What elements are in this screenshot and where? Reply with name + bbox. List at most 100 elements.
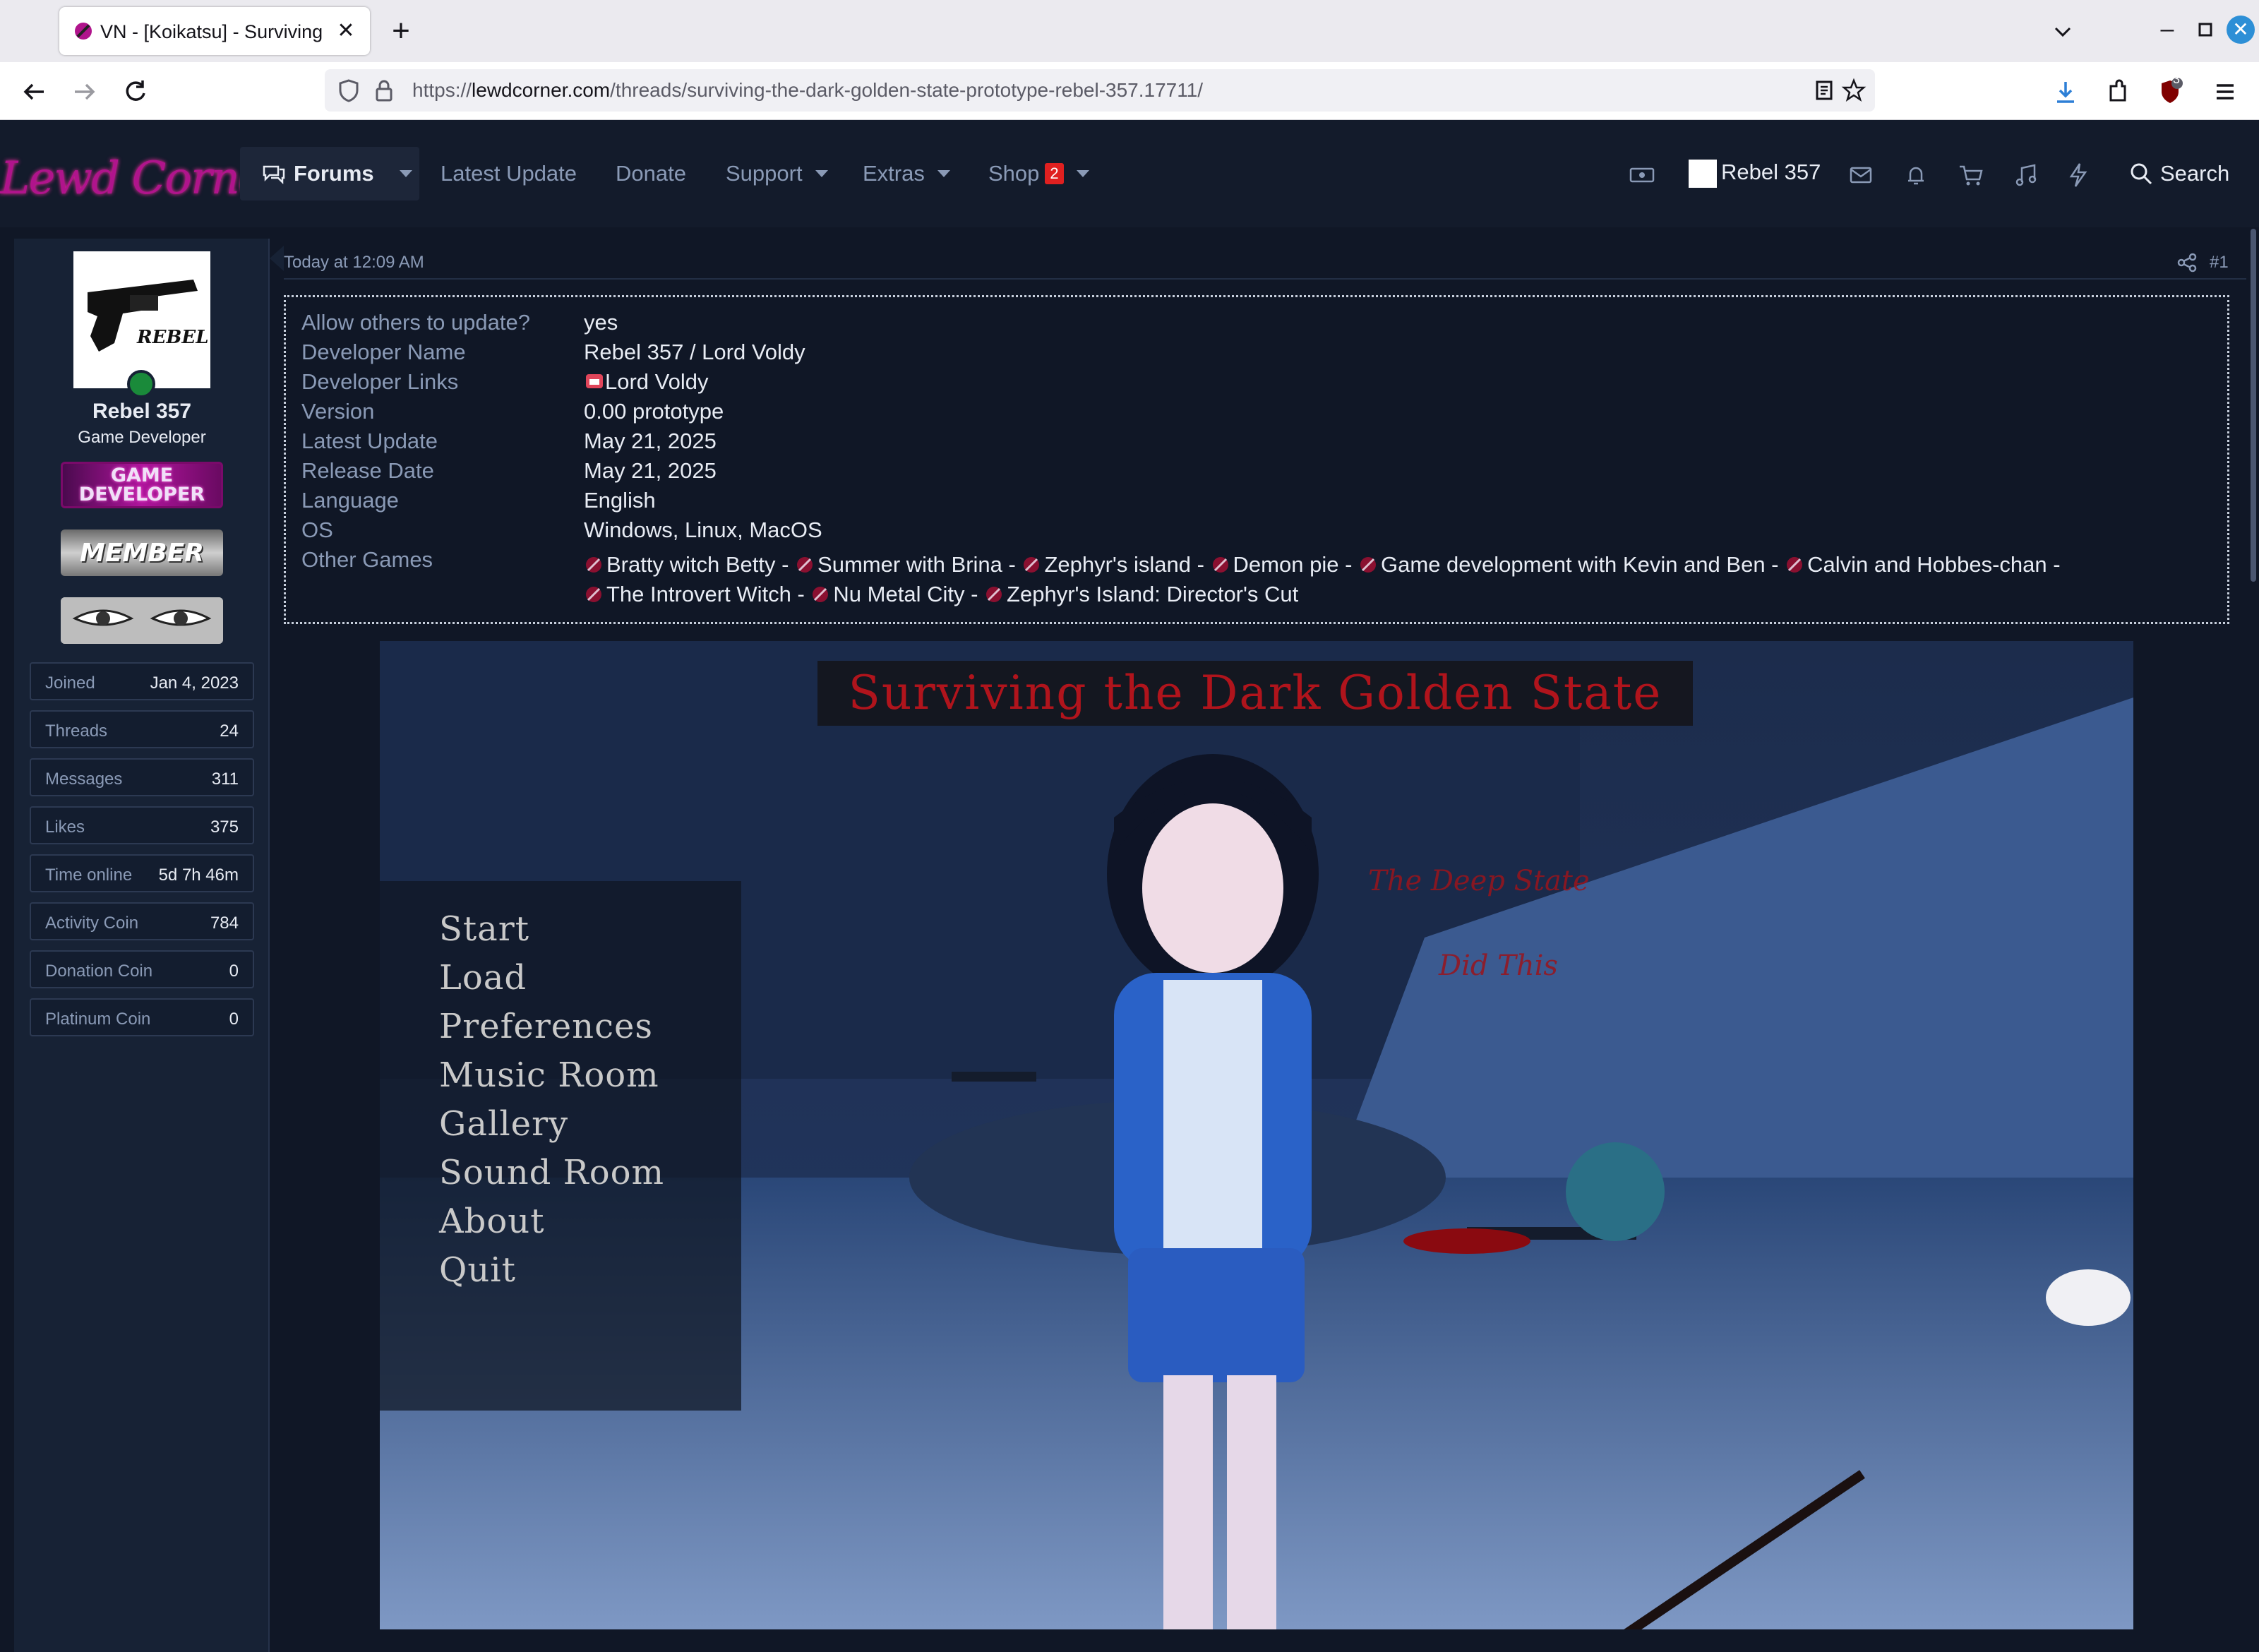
stat-value: 375 [210,818,239,837]
page-scrollbar-thumb[interactable] [2251,229,2256,582]
search-button[interactable]: Search [2129,160,2242,188]
other-game-link[interactable]: Nu Metal City [810,582,964,606]
other-game-link[interactable]: Bratty witch Betty [584,552,775,577]
other-game-title: Zephyr's island [1044,552,1191,577]
support-caret-icon[interactable] [815,170,828,177]
other-game-link[interactable]: Demon pie [1211,552,1339,577]
nav-shop[interactable]: Shop 2 [988,147,1089,200]
other-game-title: Zephyr's Island: Director's Cut [1007,582,1299,606]
other-game-link[interactable]: The Introvert Witch [584,582,791,606]
info-label: Version [301,399,375,424]
info-value: May 21, 2025 [584,429,717,453]
tab-close-icon[interactable]: ✕ [332,17,360,45]
game-thumbnail-icon [1024,557,1040,573]
anime-eyes-banner [61,597,223,644]
nav-extras-label: Extras [863,161,925,186]
member-banner: MEMBER [61,529,223,576]
inbox-envelope-icon[interactable] [1847,161,1875,189]
bookmark-star-icon[interactable] [1841,78,1866,103]
game-info-box: Allow others to update? yes Developer Nam… [284,295,2229,624]
other-game-link[interactable]: Zephyr's island [1021,552,1191,577]
other-game-link[interactable]: Summer with Brina [795,552,1002,577]
nav-donate[interactable]: Donate [616,147,686,200]
stat-label: Platinum Coin [45,1010,151,1029]
nav-support[interactable]: Support [726,147,828,200]
stat-row-activity-coin: Activity Coin 784 [30,902,254,940]
info-label: OS [301,517,333,542]
poster-name[interactable]: Rebel 357 [14,400,270,424]
game-menu-about: About [439,1202,545,1241]
stat-label: Time online [45,866,133,885]
game-separator: - [1190,552,1211,577]
post-number[interactable]: #1 [2210,253,2229,273]
reload-icon[interactable] [119,75,152,109]
list-all-tabs-icon[interactable] [2047,18,2078,47]
game-menu-load: Load [439,958,527,998]
game-separator: - [1765,552,1785,577]
url-text[interactable]: https://lewdcorner.com/threads/surviving… [412,79,1203,103]
extras-caret-icon[interactable] [937,170,950,177]
stat-row-messages[interactable]: Messages 311 [30,758,254,796]
ublock-extension-icon[interactable] [2153,75,2187,109]
other-game-link[interactable]: Calvin and Hobbes-chan [1785,552,2047,577]
game-thumbnail-icon [586,557,601,573]
browser-tab[interactable]: VN - [Koikatsu] - Surviving t ✕ [59,7,370,55]
stat-value: 784 [210,914,239,933]
music-note-icon[interactable] [2012,161,2040,189]
lightning-bolt-icon[interactable] [2064,161,2092,189]
forward-icon[interactable] [68,75,102,109]
post-date[interactable]: Today at 12:09 AM [284,253,424,273]
window-maximize-icon[interactable] [2191,16,2219,44]
stat-row-joined: Joined Jan 4, 2023 [30,662,254,700]
nav-latest-update[interactable]: Latest Update [441,147,577,200]
site-favicon-icon [75,23,92,40]
stat-label: Activity Coin [45,914,139,933]
menu-hamburger-icon[interactable] [2208,75,2242,109]
stat-row-threads[interactable]: Threads 24 [30,710,254,748]
user-avatar-small[interactable] [1689,160,1717,188]
window-close-icon[interactable]: ✕ [2227,16,2255,44]
nav-extras[interactable]: Extras [863,147,950,200]
info-value: Windows, Linux, MacOS [584,517,822,542]
stat-label: Threads [45,722,108,741]
shop-caret-icon[interactable] [1076,170,1089,177]
account-user-name[interactable]: Rebel 357 [1721,160,1821,185]
game-screenshot[interactable]: Surviving the Dark Golden State Start Lo… [380,641,2133,1629]
tracking-shield-icon[interactable] [336,78,361,103]
downloads-icon[interactable] [2049,75,2083,109]
other-game-link[interactable]: Zephyr's Island: Director's Cut [984,582,1298,606]
nav-forums[interactable]: Forums [240,147,419,200]
cash-icon[interactable] [1628,161,1656,189]
game-thumbnail-icon [1360,557,1377,573]
stat-value: Jan 4, 2023 [150,674,239,693]
poster-avatar[interactable]: REBEL 357 [73,251,210,388]
back-icon[interactable] [17,75,51,109]
share-icon[interactable] [2176,251,2198,274]
game-menu-quit: Quit [439,1250,516,1290]
site-logo[interactable]: Lewd Corner [0,127,285,219]
forums-caret-icon[interactable] [399,170,412,177]
other-game-link[interactable]: Game development with Kevin and Ben [1358,552,1766,577]
address-bar[interactable]: https://lewdcorner.com/threads/surviving… [325,69,1875,112]
info-label: Developer Links [301,369,459,394]
game-separator: - [2047,552,2061,577]
cart-icon[interactable] [1957,161,1985,189]
window-minimize-icon[interactable]: – [2153,16,2181,44]
browser-tab-bar: VN - [Koikatsu] - Surviving t ✕ + – ✕ [0,0,2259,62]
reader-view-icon[interactable] [1811,78,1837,103]
developer-link[interactable]: Lord Voldy [584,369,709,395]
info-label: Language [301,488,399,513]
new-tab-icon[interactable]: + [385,16,417,47]
game-thumbnail-icon [586,587,601,602]
alerts-bell-icon[interactable] [1902,161,1930,189]
other-game-title: Demon pie [1233,552,1339,577]
wall-graffiti: The Deep State Did This [1368,839,1590,1008]
anime-eyes-image [61,597,223,644]
game-thumbnail-icon [797,557,813,573]
extensions-icon[interactable] [2101,75,2135,109]
info-value: 0.00 prototype [584,399,724,424]
stat-value: 0 [229,1010,239,1029]
browser-nav-bar: https://lewdcorner.com/threads/surviving… [0,62,2259,120]
stat-label: Donation Coin [45,962,153,981]
lock-icon[interactable] [371,78,397,103]
